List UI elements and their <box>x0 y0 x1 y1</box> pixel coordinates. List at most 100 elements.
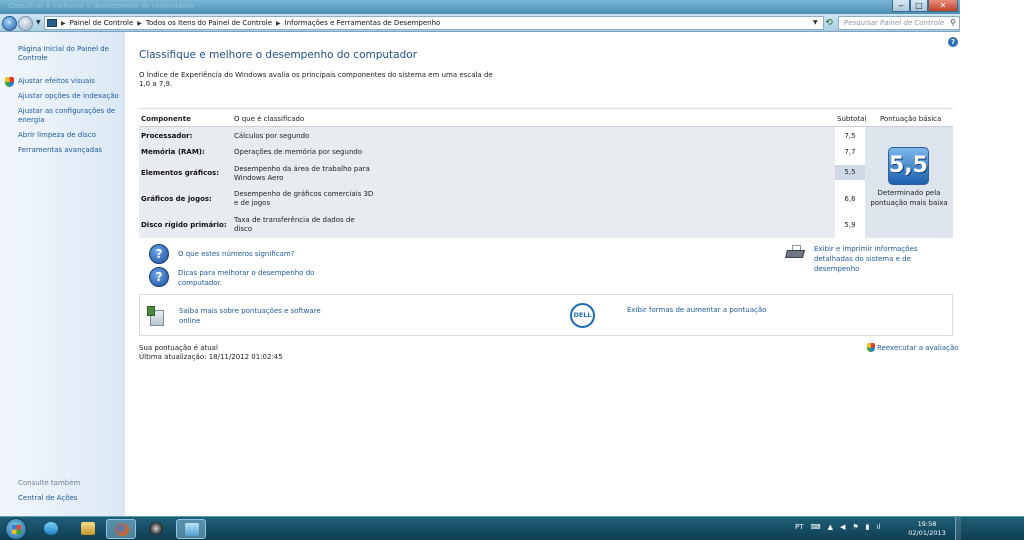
sidebar: Página Inicial do Painel de Controle Aju… <box>0 32 125 516</box>
score-table: Componente O que é classificado Subtotal… <box>139 108 953 238</box>
subtotal-value-lowest: 5,5 <box>835 165 865 180</box>
show-desktop-button[interactable] <box>955 517 961 540</box>
sidebar-item-visual-effects[interactable]: Ajustar efeitos visuais <box>18 77 122 86</box>
refresh-icon[interactable]: ⟲ <box>822 17 836 29</box>
folder-icon <box>81 522 95 535</box>
help-item: ? Dicas para melhorar o desempenho do co… <box>149 267 328 288</box>
learn-more-link[interactable]: Saiba mais sobre pontuações e software o… <box>179 306 329 326</box>
component-description: Desempenho da área de trabalho para Wind… <box>234 165 370 182</box>
search-placeholder: Pesquisar Painel de Controle <box>844 19 945 27</box>
component-name: Processador: <box>141 132 193 140</box>
subtotal-value: 6,6 <box>844 195 856 203</box>
table-header: Componente O que é classificado Subtotal… <box>139 108 953 127</box>
component-name: Gráficos de jogos: <box>141 195 212 203</box>
column-rated: O que é classificado <box>234 115 305 123</box>
caption-buttons: ‒ □ ✕ <box>892 0 958 12</box>
breadcrumb-arrow-icon[interactable]: ▶ <box>61 20 66 27</box>
intro-text: O Índice de Experiência do Windows avali… <box>139 71 493 88</box>
base-score-note: Determinado pela pontuação mais baixa <box>870 189 948 207</box>
subtotal-value: 5,9 <box>844 221 856 229</box>
taskbar-explorer[interactable] <box>73 519 103 539</box>
increase-score-link[interactable]: Exibir formas de aumentar a pontuação <box>627 306 766 314</box>
steam-icon <box>149 522 163 535</box>
breadcrumb-all-items[interactable]: Todos os Itens do Painel de Controle <box>146 19 272 27</box>
rerun-assessment-link[interactable]: Reexecutar a avaliação <box>877 344 959 352</box>
shield-icon <box>867 343 875 352</box>
keyboard-icon[interactable]: ⌨ <box>811 523 821 531</box>
breadcrumb[interactable]: ▶ Painel de Controle ▶ Todos os Itens do… <box>44 16 824 30</box>
sidebar-item-indexing[interactable]: Ajustar opções de indexação <box>18 92 122 101</box>
minimize-button[interactable]: ‒ <box>892 0 910 12</box>
breadcrumb-arrow-icon[interactable]: ▶ <box>276 20 281 27</box>
component-name: Disco rígido primário: <box>141 221 227 229</box>
sidebar-item-action-center[interactable]: Central de Ações <box>18 494 77 503</box>
control-panel-window: Classificar e melhorar o desempenho do c… <box>0 0 960 516</box>
subtotal-value: 7,5 <box>844 132 856 140</box>
column-subtotal: Subtotal <box>837 115 867 123</box>
last-update: Última atualização: 18/11/2012 01:02:45 <box>139 353 283 361</box>
base-score-badge: 5,5 <box>888 147 929 185</box>
flag-icon[interactable]: ⚑ <box>852 523 858 531</box>
search-input[interactable]: Pesquisar Painel de Controle ⚲ <box>838 16 960 30</box>
component-description: Desempenho de gráficos comerciais 3D e d… <box>234 190 374 207</box>
column-component: Componente <box>141 115 191 123</box>
subtotal-value: 7,7 <box>844 148 856 156</box>
component-name: Memória (RAM): <box>141 148 205 156</box>
search-icon[interactable]: ⚲ <box>950 17 956 29</box>
window-title: Classificar e melhorar o desempenho do c… <box>8 2 195 10</box>
media-player-icon <box>44 522 58 535</box>
dell-logo: DELL <box>570 303 595 328</box>
desktop-area <box>960 0 1024 516</box>
score-status: Sua pontuação é atual <box>139 344 218 352</box>
taskbar: PT ⌨ ▲ ◀ ⚑ ▮ ıl 19:58 02/01/2013 <box>0 516 1024 540</box>
control-panel-icon <box>185 523 199 536</box>
network-icon[interactable]: ıl <box>877 523 881 531</box>
help-icon[interactable]: ? <box>948 37 958 47</box>
software-box-icon <box>147 304 167 328</box>
printer-icon <box>784 245 806 261</box>
sidebar-item-disk-cleanup[interactable]: Abrir limpeza de disco <box>18 131 122 140</box>
address-bar: ‹ › ▼ ▶ Painel de Controle ▶ Todos os It… <box>0 14 960 32</box>
show-hidden-icons-icon[interactable]: ▲ <box>828 523 833 531</box>
shield-icon <box>5 77 14 87</box>
speaker-icon[interactable]: ◀ <box>840 523 845 531</box>
start-button[interactable] <box>5 518 27 540</box>
component-description: Taxa de transferência de dados de disco <box>234 216 355 233</box>
close-button[interactable]: ✕ <box>928 0 958 12</box>
column-base-score: Pontuação básica <box>880 115 942 123</box>
question-icon: ? <box>149 267 169 287</box>
firefox-icon <box>115 523 129 536</box>
taskbar-control-panel[interactable] <box>176 519 206 539</box>
print-details-link[interactable]: Exibir e imprimir informações detalhadas… <box>814 244 956 274</box>
forward-button[interactable]: › <box>18 16 33 31</box>
question-icon: ? <box>149 244 169 264</box>
clock[interactable]: 19:58 02/01/2013 <box>905 520 949 538</box>
recent-pages-dropdown-icon[interactable]: ▼ <box>36 19 41 26</box>
sidebar-item-advanced-tools[interactable]: Ferramentas avançadas <box>18 146 122 155</box>
improve-tips-link[interactable]: Dicas para melhorar o desempenho do comp… <box>178 268 328 288</box>
control-panel-icon <box>47 19 57 27</box>
see-also-heading: Consulte também <box>18 479 81 487</box>
clock-time: 19:58 <box>917 520 937 528</box>
title-bar[interactable]: Classificar e melhorar o desempenho do c… <box>0 0 960 14</box>
back-button[interactable]: ‹ <box>2 16 17 31</box>
component-name: Elementos gráficos: <box>141 169 220 177</box>
help-item: ? O que estes números significam? <box>149 244 328 264</box>
breadcrumb-performance[interactable]: Informações e Ferramentas de Desempenho <box>285 19 441 27</box>
promo-panel: Saiba mais sobre pontuações e software o… <box>139 294 953 336</box>
battery-icon[interactable]: ▮ <box>866 523 870 531</box>
taskbar-media-player[interactable] <box>36 519 66 539</box>
page-title: Classifique e melhore o desempenho do co… <box>139 49 418 61</box>
taskbar-firefox[interactable] <box>106 519 136 539</box>
taskbar-steam[interactable] <box>141 519 171 539</box>
breadcrumb-arrow-icon[interactable]: ▶ <box>137 20 142 27</box>
component-description: Cálculos por segundo <box>234 132 310 140</box>
address-dropdown-icon[interactable]: ▼ <box>813 19 818 26</box>
language-indicator[interactable]: PT <box>795 523 804 531</box>
system-tray: PT ⌨ ▲ ◀ ⚑ ▮ ıl <box>795 523 880 531</box>
breadcrumb-control-panel[interactable]: Painel de Controle <box>70 19 134 27</box>
sidebar-item-power[interactable]: Ajustar as configurações de energia <box>18 107 122 125</box>
sidebar-home-link[interactable]: Página Inicial do Painel de Controle <box>18 45 122 63</box>
maximize-button[interactable]: □ <box>910 0 928 12</box>
numbers-meaning-link[interactable]: O que estes números significam? <box>178 249 328 259</box>
